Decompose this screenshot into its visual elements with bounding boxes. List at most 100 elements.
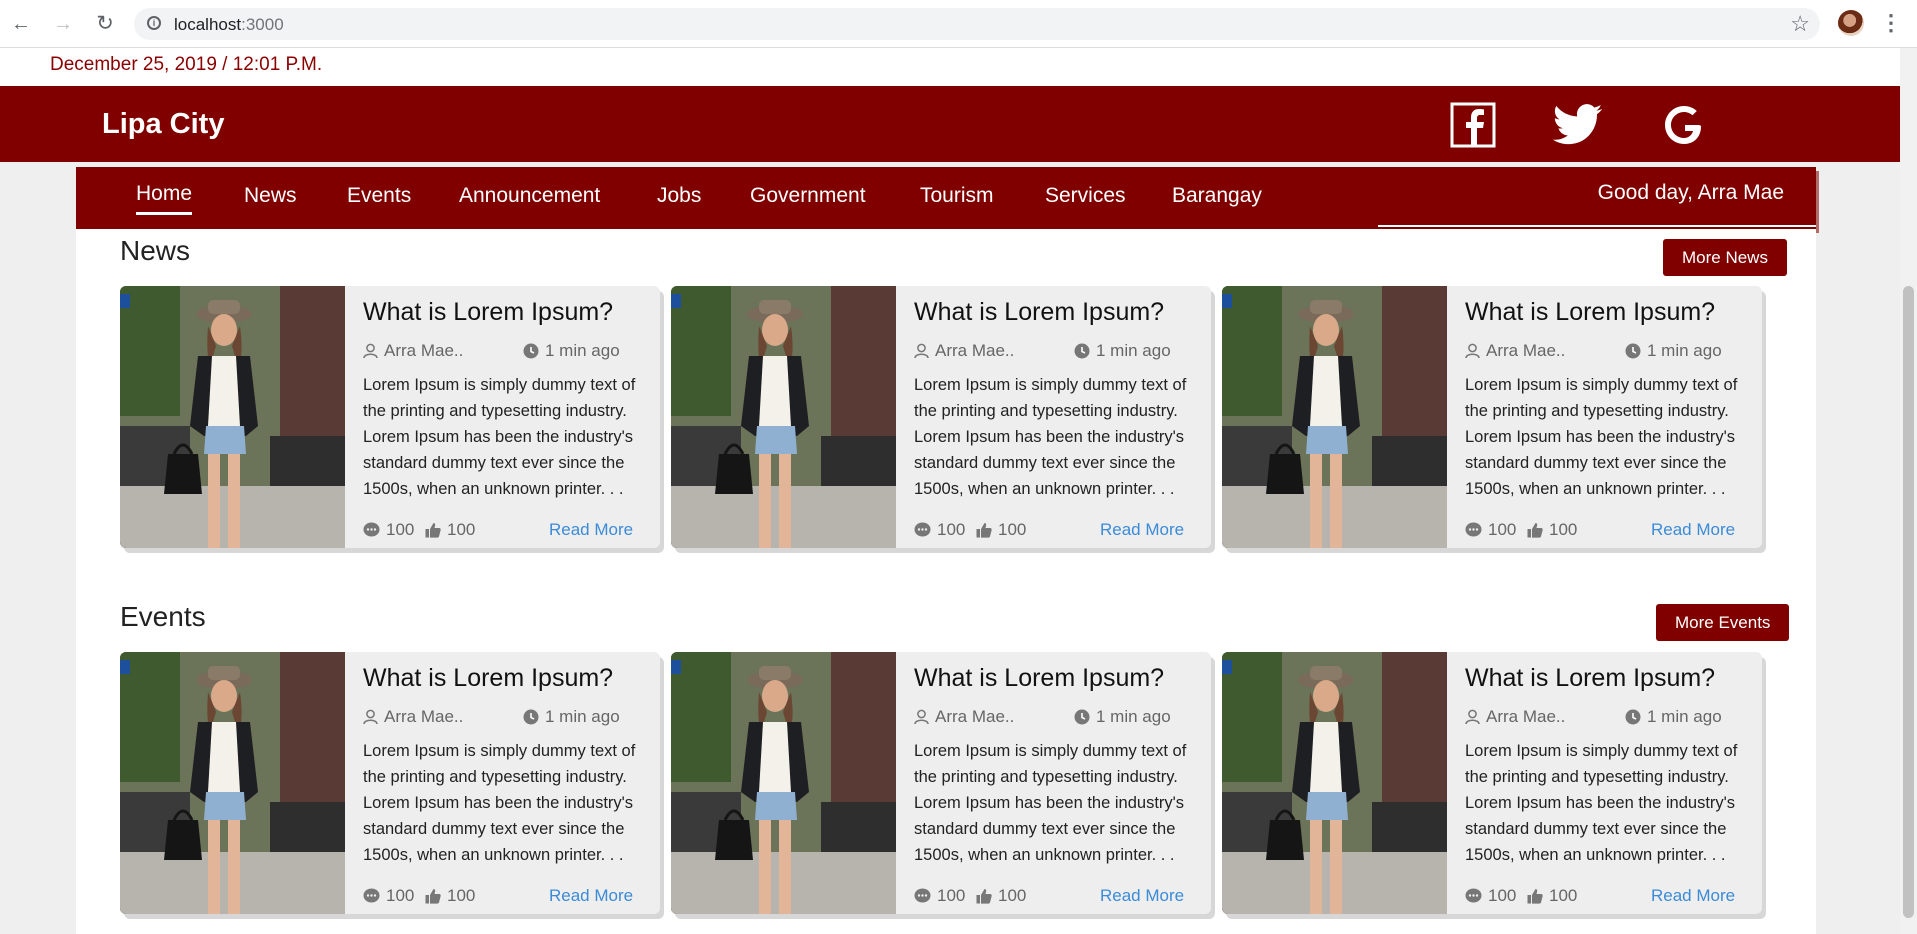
address-url[interactable]: localhost:3000 xyxy=(174,15,284,35)
clock-icon xyxy=(1074,343,1090,359)
read-more-link[interactable]: Read More xyxy=(549,520,633,540)
article-title[interactable]: What is Lorem Ipsum? xyxy=(914,664,1164,693)
main-navbar: Home News Events Announcement Jobs Gover… xyxy=(76,167,1816,229)
article-photo[interactable] xyxy=(1222,652,1447,914)
twitter-icon[interactable] xyxy=(1553,102,1603,148)
article-excerpt: Lorem Ipsum is simply dummy text of the … xyxy=(914,376,1187,498)
comment-icon xyxy=(363,522,380,537)
nav-item-jobs[interactable]: Jobs xyxy=(657,184,701,208)
thumbs-up-icon xyxy=(1527,889,1543,904)
comment-count[interactable]: 100 xyxy=(363,886,414,906)
article-title[interactable]: What is Lorem Ipsum? xyxy=(363,298,613,327)
thumbs-up-icon xyxy=(1527,523,1543,538)
article-excerpt: Lorem Ipsum is simply dummy text of the … xyxy=(1465,376,1738,498)
date-bar: December 25, 2019 / 12:01 P.M. xyxy=(0,48,1900,86)
site-title[interactable]: Lipa City xyxy=(102,108,224,141)
article-card[interactable]: What is Lorem Ipsum? Arra Mae.. 1 min ag… xyxy=(120,652,660,914)
bookmark-star-icon[interactable]: ☆ xyxy=(1790,11,1810,37)
facebook-icon[interactable] xyxy=(1450,102,1496,148)
reload-icon[interactable]: ↻ xyxy=(92,11,118,37)
clock-icon xyxy=(523,343,539,359)
clock-icon xyxy=(1625,343,1641,359)
user-icon xyxy=(363,709,378,725)
read-more-link[interactable]: Read More xyxy=(1100,886,1184,906)
nav-item-home[interactable]: Home xyxy=(136,182,193,215)
read-more-link[interactable]: Read More xyxy=(1100,520,1184,540)
address-bar[interactable]: i localhost:3000 ☆ xyxy=(134,8,1820,40)
events-section-title: Events xyxy=(120,601,206,632)
like-count[interactable]: 100 xyxy=(425,886,475,906)
comment-icon xyxy=(363,888,380,903)
comment-count[interactable]: 100 xyxy=(914,520,965,540)
article-card[interactable]: What is Lorem Ipsum? Arra Mae.. 1 min ag… xyxy=(1222,286,1762,548)
article-author: Arra Mae.. xyxy=(363,707,463,727)
vertical-scrollbar[interactable] xyxy=(1900,48,1917,934)
site-info-icon[interactable]: i xyxy=(147,16,161,30)
user-icon xyxy=(1465,709,1480,725)
comment-count[interactable]: 100 xyxy=(1465,520,1516,540)
article-title[interactable]: What is Lorem Ipsum? xyxy=(1465,298,1715,327)
read-more-link[interactable]: Read More xyxy=(1651,886,1735,906)
more-news-button[interactable]: More News xyxy=(1663,239,1787,276)
nav-item-announcement[interactable]: Announcement xyxy=(459,184,600,208)
article-card[interactable]: What is Lorem Ipsum? Arra Mae.. 1 min ag… xyxy=(671,652,1211,914)
article-excerpt: Lorem Ipsum is simply dummy text of the … xyxy=(1465,742,1738,864)
nav-item-government[interactable]: Government xyxy=(750,184,866,208)
greeting-underline xyxy=(1378,225,1816,227)
browser-toolbar: ← → ↻ i localhost:3000 ☆ ⋮ xyxy=(0,0,1917,48)
article-excerpt: Lorem Ipsum is simply dummy text of the … xyxy=(363,376,636,498)
article-title[interactable]: What is Lorem Ipsum? xyxy=(1465,664,1715,693)
comment-count[interactable]: 100 xyxy=(363,520,414,540)
nav-item-tourism[interactable]: Tourism xyxy=(920,184,994,208)
comment-icon xyxy=(1465,888,1482,903)
read-more-link[interactable]: Read More xyxy=(549,886,633,906)
nav-item-barangay[interactable]: Barangay xyxy=(1172,184,1262,208)
article-card[interactable]: What is Lorem Ipsum? Arra Mae.. 1 min ag… xyxy=(120,286,660,548)
article-photo[interactable] xyxy=(1222,286,1447,548)
thumbs-up-icon xyxy=(976,889,992,904)
article-photo[interactable] xyxy=(120,652,345,914)
like-count[interactable]: 100 xyxy=(976,886,1026,906)
nav-item-services[interactable]: Services xyxy=(1045,184,1126,208)
nav-item-news[interactable]: News xyxy=(244,184,297,208)
url-host: localhost xyxy=(174,15,242,34)
user-greeting[interactable]: Good day, Arra Mae xyxy=(1598,181,1784,205)
article-author: Arra Mae.. xyxy=(1465,707,1565,727)
profile-avatar[interactable] xyxy=(1838,10,1864,36)
forward-arrow-icon[interactable]: → xyxy=(50,11,76,37)
like-count[interactable]: 100 xyxy=(425,520,475,540)
scrollbar-thumb[interactable] xyxy=(1903,286,1914,918)
thumbs-up-icon xyxy=(976,523,992,538)
article-title[interactable]: What is Lorem Ipsum? xyxy=(363,664,613,693)
article-card[interactable]: What is Lorem Ipsum? Arra Mae.. 1 min ag… xyxy=(1222,652,1762,914)
article-author: Arra Mae.. xyxy=(914,707,1014,727)
nav-item-events[interactable]: Events xyxy=(347,184,411,208)
article-author: Arra Mae.. xyxy=(914,341,1014,361)
article-excerpt: Lorem Ipsum is simply dummy text of the … xyxy=(363,742,636,864)
article-time: 1 min ago xyxy=(523,341,620,361)
google-icon[interactable] xyxy=(1661,102,1707,148)
thumbs-up-icon xyxy=(425,889,441,904)
news-section-title: News xyxy=(120,235,191,266)
more-events-button[interactable]: More Events xyxy=(1656,604,1790,641)
comment-icon xyxy=(1465,522,1482,537)
article-card[interactable]: What is Lorem Ipsum? Arra Mae.. 1 min ag… xyxy=(671,286,1211,548)
back-arrow-icon[interactable]: ← xyxy=(8,11,34,37)
article-photo[interactable] xyxy=(671,286,896,548)
article-time: 1 min ago xyxy=(1625,707,1722,727)
comment-count[interactable]: 100 xyxy=(914,886,965,906)
like-count[interactable]: 100 xyxy=(976,520,1026,540)
article-photo[interactable] xyxy=(671,652,896,914)
article-time: 1 min ago xyxy=(523,707,620,727)
read-more-link[interactable]: Read More xyxy=(1651,520,1735,540)
article-title[interactable]: What is Lorem Ipsum? xyxy=(914,298,1164,327)
article-photo[interactable] xyxy=(120,286,345,548)
browser-menu-icon[interactable]: ⋮ xyxy=(1880,9,1902,37)
user-icon xyxy=(914,709,929,725)
thumbs-up-icon xyxy=(425,523,441,538)
comment-count[interactable]: 100 xyxy=(1465,886,1516,906)
like-count[interactable]: 100 xyxy=(1527,520,1577,540)
article-time: 1 min ago xyxy=(1074,707,1171,727)
clock-icon xyxy=(523,709,539,725)
like-count[interactable]: 100 xyxy=(1527,886,1577,906)
